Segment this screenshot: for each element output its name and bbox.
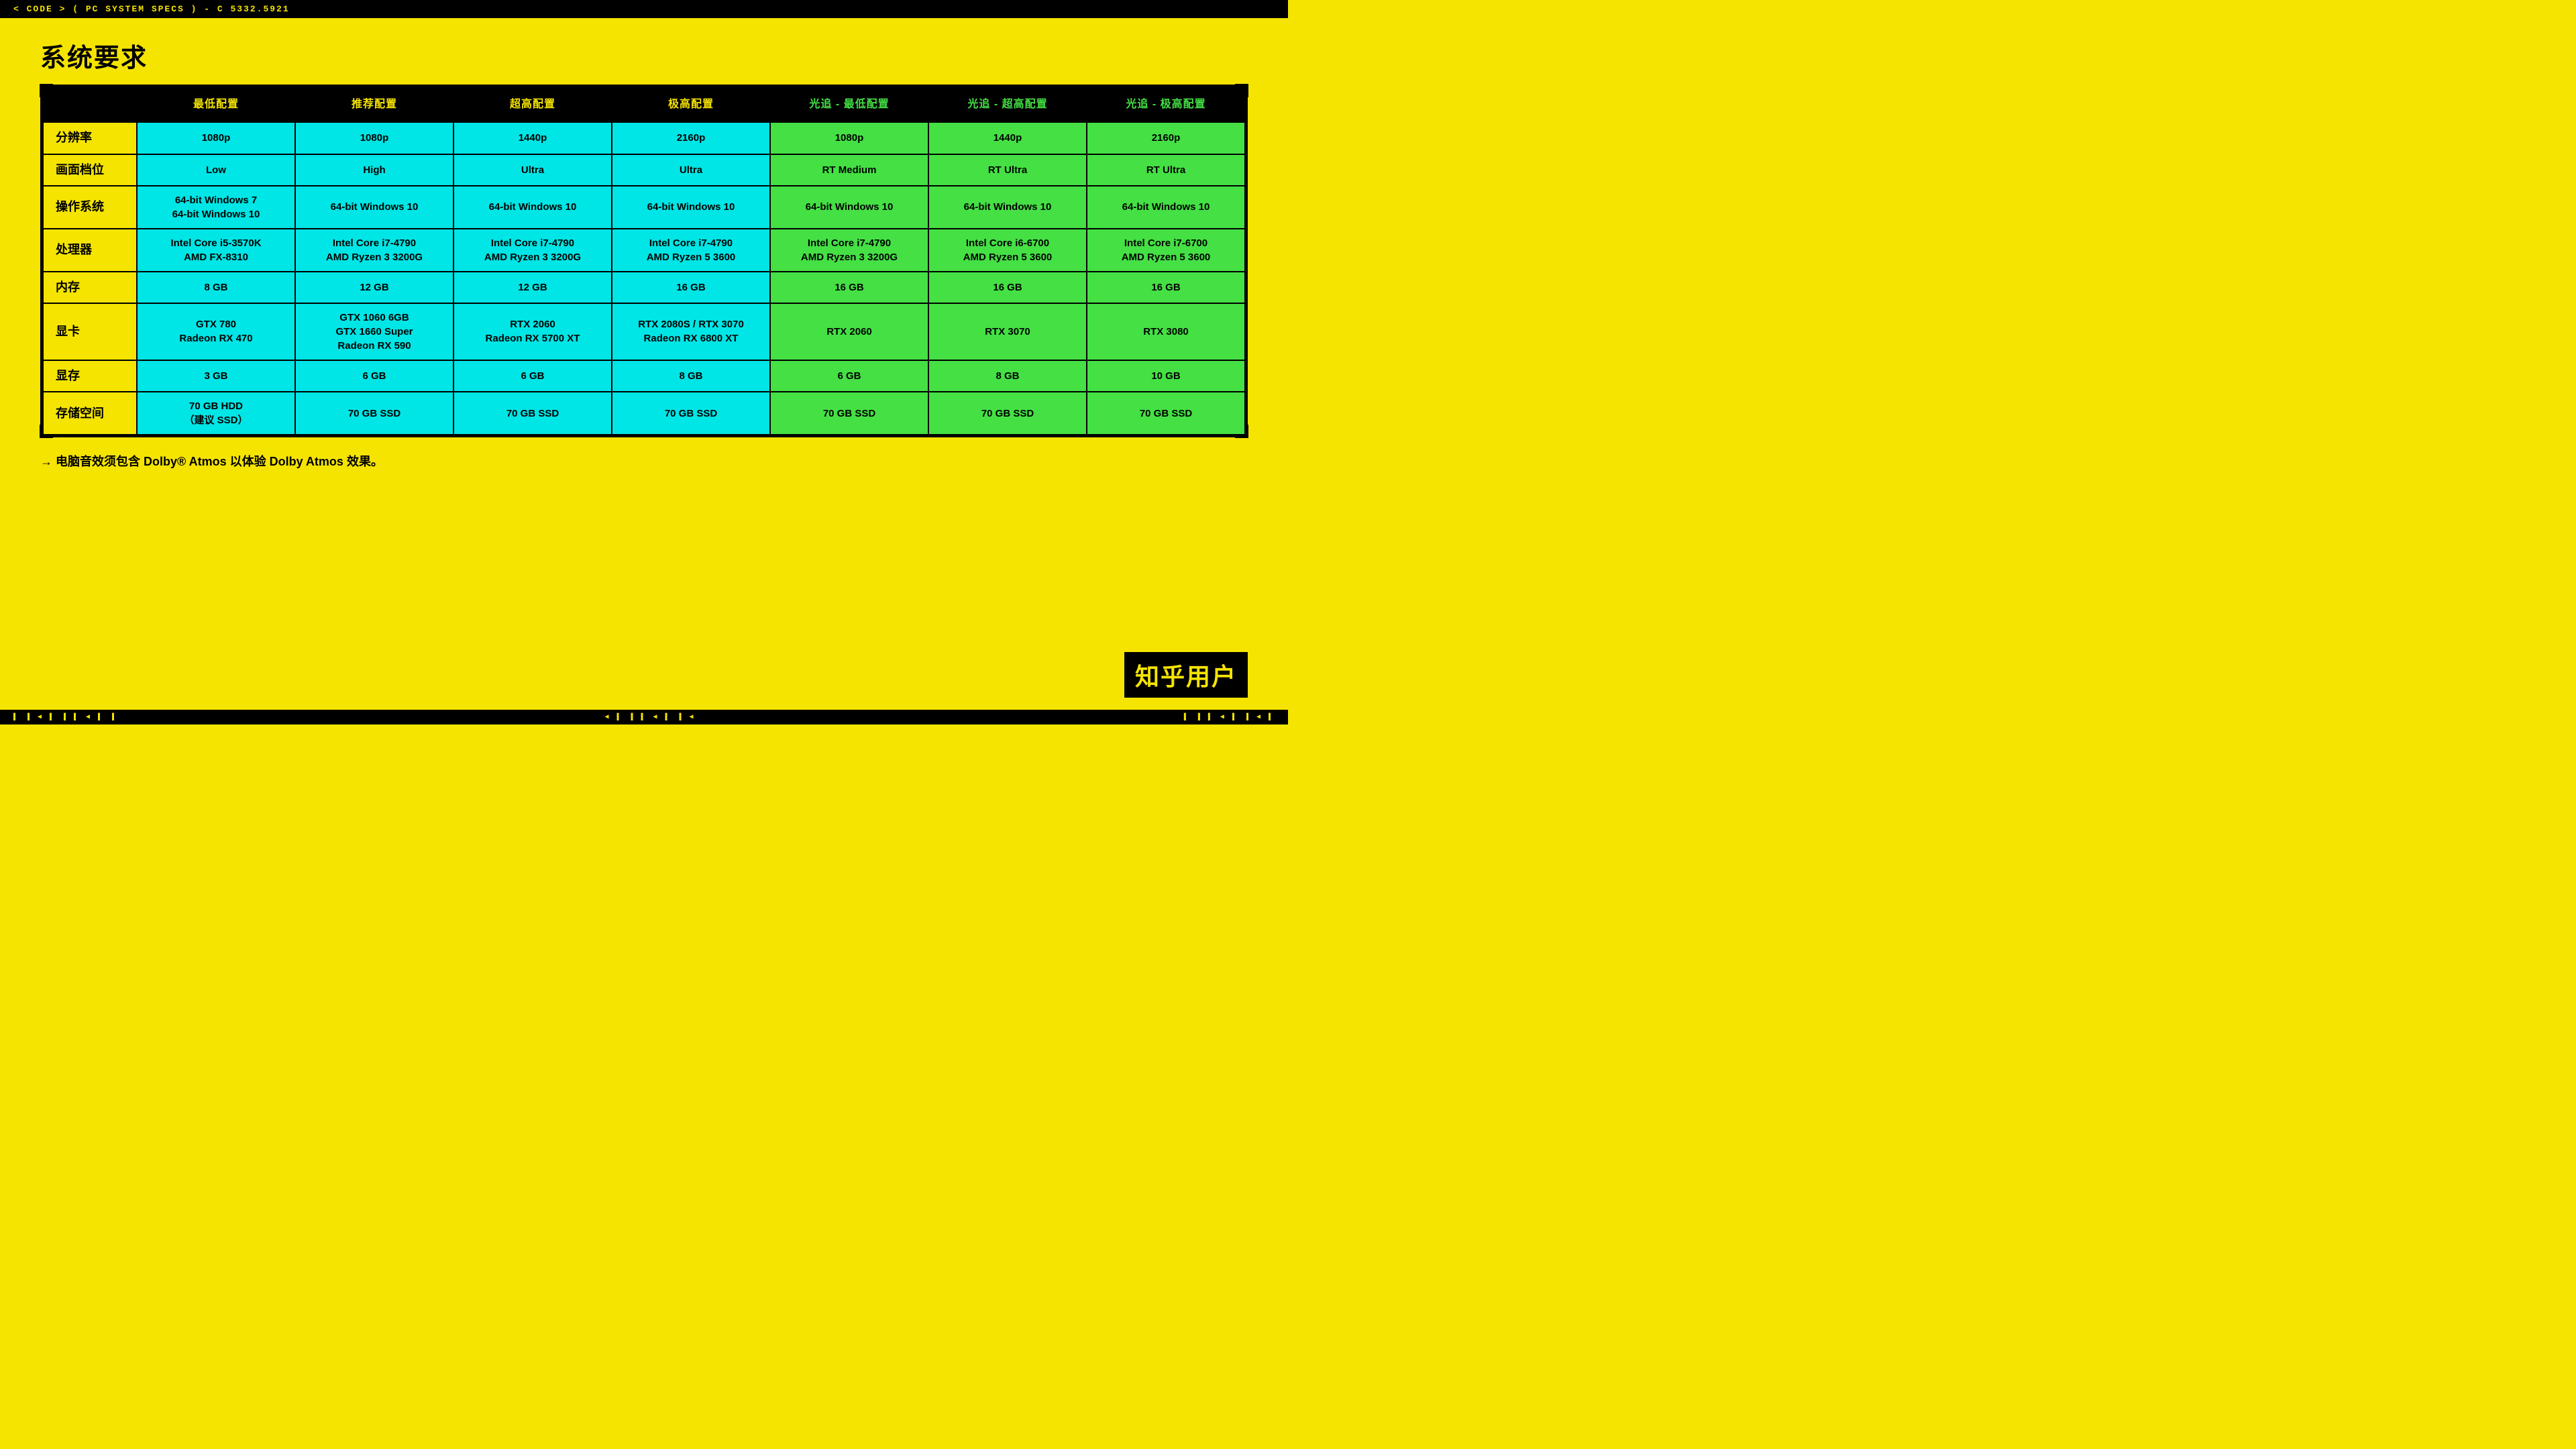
cell-4-3: 16 GB bbox=[612, 272, 770, 303]
corner-bl bbox=[40, 425, 53, 438]
cell-0-5: 1440p bbox=[928, 122, 1087, 154]
specs-table-wrapper: 最低配置 推荐配置 超高配置 极高配置 光追 - 最低配置 光追 - 超高配置 … bbox=[40, 85, 1248, 437]
row-label-7: 存储空间 bbox=[43, 392, 137, 435]
cell-5-2: RTX 2060Radeon RX 5700 XT bbox=[453, 303, 612, 360]
table-header-row: 最低配置 推荐配置 超高配置 极高配置 光追 - 最低配置 光追 - 超高配置 … bbox=[43, 87, 1245, 122]
cell-1-5: RT Ultra bbox=[928, 154, 1087, 186]
cell-3-4: Intel Core i7-4790AMD Ryzen 3 3200G bbox=[770, 229, 928, 272]
top-bar: < CODE > ( PC SYSTEM SPECS ) - C 5332.59… bbox=[0, 0, 1288, 18]
cell-0-4: 1080p bbox=[770, 122, 928, 154]
cell-1-4: RT Medium bbox=[770, 154, 928, 186]
cell-7-3: 70 GB SSD bbox=[612, 392, 770, 435]
cell-6-0: 3 GB bbox=[137, 360, 295, 392]
cell-0-2: 1440p bbox=[453, 122, 612, 154]
bottom-note: → 电脑音效须包含 Dolby® Atmos 以体验 Dolby Atmos 效… bbox=[40, 452, 1248, 470]
cell-6-6: 10 GB bbox=[1087, 360, 1245, 392]
row-label-5: 显卡 bbox=[43, 303, 137, 360]
watermark: 知乎用户 bbox=[1124, 652, 1248, 698]
cell-5-4: RTX 2060 bbox=[770, 303, 928, 360]
row-label-6: 显存 bbox=[43, 360, 137, 392]
cell-4-6: 16 GB bbox=[1087, 272, 1245, 303]
cell-0-6: 2160p bbox=[1087, 122, 1245, 154]
cell-3-2: Intel Core i7-4790AMD Ryzen 3 3200G bbox=[453, 229, 612, 272]
specs-table: 最低配置 推荐配置 超高配置 极高配置 光追 - 最低配置 光追 - 超高配置 … bbox=[42, 87, 1246, 435]
cell-7-1: 70 GB SSD bbox=[295, 392, 453, 435]
header-label-col bbox=[43, 87, 137, 122]
cell-3-0: Intel Core i5-3570KAMD FX-8310 bbox=[137, 229, 295, 272]
header-rt-ultra: 光追 - 超高配置 bbox=[928, 87, 1087, 122]
cell-6-3: 8 GB bbox=[612, 360, 770, 392]
table-row: 操作系统64-bit Windows 764-bit Windows 1064-… bbox=[43, 186, 1245, 229]
header-min: 最低配置 bbox=[137, 87, 295, 122]
bottom-bar: ▌ ▐ ◀ ▌ ▐ ▌ ◀ ▌ ▐ ◀ ▌ ▐ ▌ ◀ ▌ ▐ ◀ ▌ ▐ ▌ … bbox=[0, 710, 1288, 724]
cell-7-6: 70 GB SSD bbox=[1087, 392, 1245, 435]
cell-5-1: GTX 1060 6GBGTX 1660 SuperRadeon RX 590 bbox=[295, 303, 453, 360]
table-row: 处理器Intel Core i5-3570KAMD FX-8310Intel C… bbox=[43, 229, 1245, 272]
table-row: 画面档位LowHighUltraUltraRT MediumRT UltraRT… bbox=[43, 154, 1245, 186]
cell-5-5: RTX 3070 bbox=[928, 303, 1087, 360]
cell-3-6: Intel Core i7-6700AMD Ryzen 5 3600 bbox=[1087, 229, 1245, 272]
cell-7-5: 70 GB SSD bbox=[928, 392, 1087, 435]
cell-2-1: 64-bit Windows 10 bbox=[295, 186, 453, 229]
cell-4-1: 12 GB bbox=[295, 272, 453, 303]
row-label-3: 处理器 bbox=[43, 229, 137, 272]
cell-5-6: RTX 3080 bbox=[1087, 303, 1245, 360]
cell-2-5: 64-bit Windows 10 bbox=[928, 186, 1087, 229]
row-label-2: 操作系统 bbox=[43, 186, 137, 229]
cell-2-4: 64-bit Windows 10 bbox=[770, 186, 928, 229]
header-recommended: 推荐配置 bbox=[295, 87, 453, 122]
top-bar-text: < CODE > ( PC SYSTEM SPECS ) - C 5332.59… bbox=[13, 4, 290, 14]
cell-6-4: 6 GB bbox=[770, 360, 928, 392]
row-label-0: 分辨率 bbox=[43, 122, 137, 154]
cell-4-2: 12 GB bbox=[453, 272, 612, 303]
cell-2-2: 64-bit Windows 10 bbox=[453, 186, 612, 229]
bottom-seg-2: ◀ ▌ ▐ ▌ ◀ ▌ ▐ ◀ bbox=[604, 713, 695, 721]
table-row: 显存3 GB6 GB6 GB8 GB6 GB8 GB10 GB bbox=[43, 360, 1245, 392]
header-extreme: 极高配置 bbox=[612, 87, 770, 122]
cell-3-3: Intel Core i7-4790AMD Ryzen 5 3600 bbox=[612, 229, 770, 272]
cell-1-2: Ultra bbox=[453, 154, 612, 186]
cell-7-0: 70 GB HDD（建议 SSD） bbox=[137, 392, 295, 435]
table-row: 分辨率1080p1080p1440p2160p1080p1440p2160p bbox=[43, 122, 1245, 154]
cell-4-4: 16 GB bbox=[770, 272, 928, 303]
header-rt-extreme: 光追 - 极高配置 bbox=[1087, 87, 1245, 122]
cell-1-3: Ultra bbox=[612, 154, 770, 186]
header-rt-min: 光追 - 最低配置 bbox=[770, 87, 928, 122]
cell-3-1: Intel Core i7-4790AMD Ryzen 3 3200G bbox=[295, 229, 453, 272]
corner-br bbox=[1235, 425, 1248, 438]
bottom-seg-3: ▌ ▐ ▌ ◀ ▌ ▐ ◀ ▌ bbox=[1184, 713, 1275, 721]
row-label-4: 内存 bbox=[43, 272, 137, 303]
cell-0-1: 1080p bbox=[295, 122, 453, 154]
cell-2-3: 64-bit Windows 10 bbox=[612, 186, 770, 229]
cell-0-0: 1080p bbox=[137, 122, 295, 154]
cell-2-6: 64-bit Windows 10 bbox=[1087, 186, 1245, 229]
cell-3-5: Intel Core i6-6700AMD Ryzen 5 3600 bbox=[928, 229, 1087, 272]
page-title: 系统要求 bbox=[40, 37, 1288, 74]
cell-1-1: High bbox=[295, 154, 453, 186]
corner-tr bbox=[1235, 84, 1248, 97]
cell-2-0: 64-bit Windows 764-bit Windows 10 bbox=[137, 186, 295, 229]
cell-5-3: RTX 2080S / RTX 3070Radeon RX 6800 XT bbox=[612, 303, 770, 360]
cell-4-0: 8 GB bbox=[137, 272, 295, 303]
table-row: 存储空间70 GB HDD（建议 SSD）70 GB SSD70 GB SSD7… bbox=[43, 392, 1245, 435]
corner-tl bbox=[40, 84, 53, 97]
cell-1-6: RT Ultra bbox=[1087, 154, 1245, 186]
cell-6-1: 6 GB bbox=[295, 360, 453, 392]
cell-4-5: 16 GB bbox=[928, 272, 1087, 303]
cell-6-5: 8 GB bbox=[928, 360, 1087, 392]
header-ultra: 超高配置 bbox=[453, 87, 612, 122]
table-row: 显卡GTX 780Radeon RX 470GTX 1060 6GBGTX 16… bbox=[43, 303, 1245, 360]
cell-7-4: 70 GB SSD bbox=[770, 392, 928, 435]
bottom-seg-1: ▌ ▐ ◀ ▌ ▐ ▌ ◀ ▌ ▐ bbox=[13, 713, 116, 721]
cell-7-2: 70 GB SSD bbox=[453, 392, 612, 435]
cell-5-0: GTX 780Radeon RX 470 bbox=[137, 303, 295, 360]
table-row: 内存8 GB12 GB12 GB16 GB16 GB16 GB16 GB bbox=[43, 272, 1245, 303]
cell-6-2: 6 GB bbox=[453, 360, 612, 392]
cell-1-0: Low bbox=[137, 154, 295, 186]
row-label-1: 画面档位 bbox=[43, 154, 137, 186]
table-body: 分辨率1080p1080p1440p2160p1080p1440p2160p画面… bbox=[43, 122, 1245, 435]
cell-0-3: 2160p bbox=[612, 122, 770, 154]
